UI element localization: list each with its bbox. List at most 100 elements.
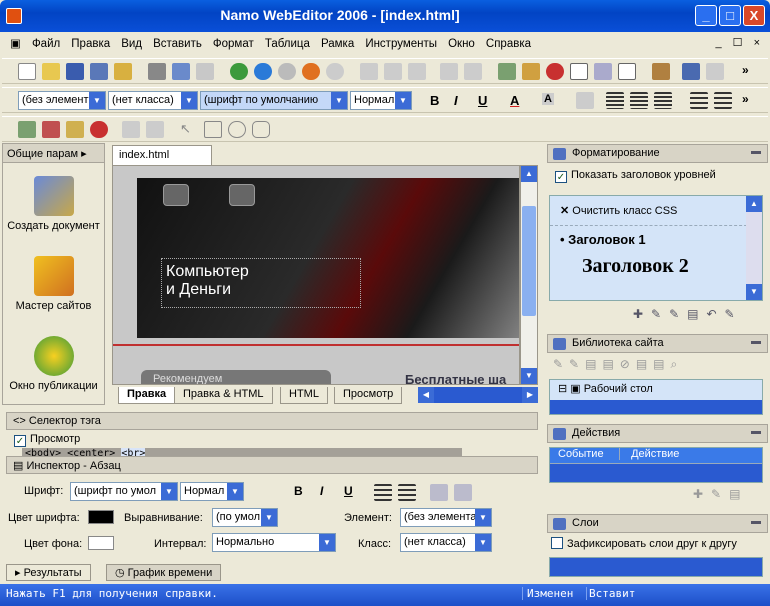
- menu-help[interactable]: Справка: [482, 35, 535, 53]
- preview-checkbox[interactable]: ✓: [14, 435, 26, 447]
- image-icon[interactable]: [498, 63, 516, 80]
- tab-edit[interactable]: Правка: [118, 387, 176, 404]
- library-tools[interactable]: ✎✎▤▤⊘▤▤⌕: [553, 357, 683, 372]
- menu-edit[interactable]: Правка: [67, 35, 114, 53]
- rectangle-icon[interactable]: [204, 121, 222, 138]
- tab-results[interactable]: ▸ Результаты: [6, 564, 91, 581]
- layer-icon[interactable]: [594, 63, 612, 80]
- close-panel-icon[interactable]: ▬: [751, 336, 761, 347]
- edit-icon[interactable]: [66, 121, 84, 138]
- recommend-button[interactable]: Рекомендуем: [141, 370, 331, 384]
- picture-icon[interactable]: [146, 121, 164, 138]
- save-icon[interactable]: [66, 63, 84, 80]
- numbered-list-icon[interactable]: [374, 484, 392, 501]
- style-list[interactable]: ✕ Очистить класс CSS • Заголовок 1 Загол…: [549, 195, 763, 301]
- link-icon[interactable]: [682, 63, 700, 80]
- scroll-up-icon[interactable]: ▲: [521, 166, 537, 182]
- actions-table[interactable]: Событие Действие: [549, 447, 763, 483]
- menu-doc-icon[interactable]: ▣: [2, 33, 25, 53]
- close-panel-icon[interactable]: ▬: [751, 426, 761, 437]
- insert-image-icon[interactable]: [18, 121, 36, 138]
- tools-icon[interactable]: [652, 63, 670, 80]
- show-heading-checkbox[interactable]: ✓: [555, 171, 567, 183]
- left-panel-header[interactable]: Общие парам ▸: [3, 144, 104, 163]
- browser-icon[interactable]: [278, 63, 296, 80]
- scroll-down-icon[interactable]: ▼: [521, 368, 537, 384]
- style-list-scrollbar[interactable]: ▲ ▼: [746, 196, 762, 300]
- publish-icon[interactable]: [114, 63, 132, 80]
- lock-layers-checkbox[interactable]: [551, 537, 563, 549]
- cut-icon[interactable]: [360, 63, 378, 80]
- open-icon[interactable]: [42, 63, 60, 80]
- paste-icon[interactable]: [408, 63, 426, 80]
- print-icon[interactable]: [148, 63, 166, 80]
- numbered-list-icon[interactable]: [690, 92, 708, 109]
- align-right-icon[interactable]: [654, 92, 672, 109]
- save-all-icon[interactable]: [90, 63, 108, 80]
- tab-edit-html[interactable]: Правка & HTML: [174, 387, 273, 404]
- layers-header[interactable]: Слои ▬: [547, 514, 768, 533]
- close-button[interactable]: X: [743, 5, 765, 26]
- site-tree[interactable]: ⊟ ▣ Рабочий стол: [549, 379, 763, 415]
- tree-hscrollbar[interactable]: [550, 400, 762, 414]
- tab-timeline[interactable]: ◷ График времени: [106, 564, 222, 581]
- maximize-button[interactable]: □: [719, 5, 741, 26]
- scroll-right-icon[interactable]: ▶: [522, 387, 538, 403]
- new-icon[interactable]: [18, 63, 36, 80]
- close-panel-icon[interactable]: ▬: [751, 516, 761, 527]
- publish-window-item[interactable]: Окно публикации: [3, 336, 104, 392]
- spell-icon[interactable]: [196, 63, 214, 80]
- formatting-header[interactable]: Форматирование ▬: [547, 144, 768, 163]
- create-document-item[interactable]: Создать документ: [3, 176, 104, 232]
- more-chevron-icon[interactable]: »: [742, 92, 760, 109]
- bg-color-swatch[interactable]: [88, 536, 114, 550]
- editor-hscrollbar[interactable]: ◀ ▶: [418, 387, 538, 403]
- h2-item[interactable]: Заголовок 2: [550, 253, 762, 280]
- bullet-list-icon[interactable]: [714, 92, 732, 109]
- highlight-button[interactable]: A: [542, 93, 554, 105]
- bullet-list-icon[interactable]: [398, 484, 416, 501]
- actions-tools[interactable]: ✚✎▤: [693, 487, 748, 501]
- editor-vscrollbar[interactable]: ▲ ▼: [520, 165, 538, 385]
- align-left-icon[interactable]: [606, 92, 624, 109]
- inspector-size-select[interactable]: Нормал ▼: [180, 482, 244, 501]
- copy-icon[interactable]: [384, 63, 402, 80]
- font-color-button[interactable]: A: [510, 93, 519, 108]
- home-icon[interactable]: [42, 121, 60, 138]
- undo-icon[interactable]: [440, 63, 458, 80]
- home-icon[interactable]: [163, 184, 189, 206]
- ellipse-icon[interactable]: [228, 121, 246, 138]
- document-tab[interactable]: index.html: [112, 145, 212, 165]
- pointer-icon[interactable]: ↖: [180, 121, 198, 138]
- interval-select[interactable]: Нормально ▼: [212, 533, 336, 552]
- outdent-icon[interactable]: [430, 484, 448, 501]
- tab-preview[interactable]: Просмотр: [334, 387, 403, 404]
- menu-file[interactable]: Файл: [28, 35, 64, 53]
- menu-format[interactable]: Формат: [209, 35, 258, 53]
- ie-icon[interactable]: [254, 63, 272, 80]
- element-select[interactable]: (без элемента ▼: [400, 508, 492, 527]
- inspector-font-select[interactable]: (шрифт по умол ▼: [70, 482, 178, 501]
- format-brush-icon[interactable]: [576, 92, 594, 109]
- table-icon[interactable]: [570, 63, 588, 80]
- scroll-down-icon[interactable]: ▼: [746, 284, 762, 300]
- scroll-thumb[interactable]: [522, 206, 536, 316]
- style-select[interactable]: (без элемент ▼: [18, 91, 106, 110]
- menu-insert[interactable]: Вставить: [149, 35, 206, 53]
- inspector-class-select[interactable]: (нет класса) ▼: [400, 533, 492, 552]
- browser2-icon[interactable]: [326, 63, 344, 80]
- close-panel-icon[interactable]: ▬: [751, 146, 761, 157]
- tab-html[interactable]: HTML: [280, 387, 328, 404]
- firefox-icon[interactable]: [302, 63, 320, 80]
- site-wizard-item[interactable]: Мастер сайтов: [3, 256, 104, 312]
- font-select[interactable]: (шрифт по умолчанию ▼: [200, 91, 348, 110]
- formatting-tools[interactable]: ✚✎✎▤↶✎: [633, 307, 743, 321]
- clear-css-item[interactable]: ✕ Очистить класс CSS: [550, 196, 762, 226]
- align-center-icon[interactable]: [630, 92, 648, 109]
- underline-button[interactable]: U: [478, 93, 487, 108]
- rounded-rect-icon[interactable]: [252, 121, 270, 138]
- unlink-icon[interactable]: [706, 63, 724, 80]
- indent-icon[interactable]: [454, 484, 472, 501]
- menu-frame[interactable]: Рамка: [317, 35, 358, 53]
- col-action[interactable]: Действие: [623, 448, 679, 460]
